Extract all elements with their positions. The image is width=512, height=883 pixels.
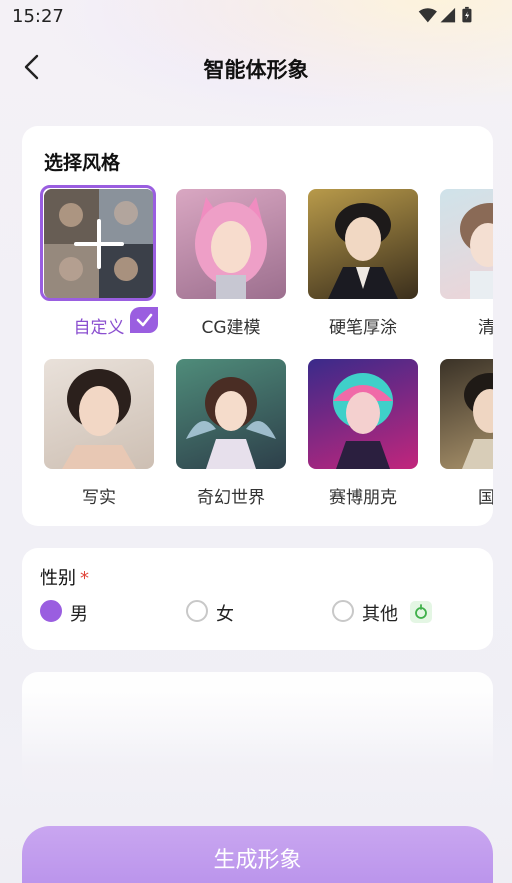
gender-radio-other[interactable]	[332, 600, 354, 622]
generate-button-label: 生成形象	[213, 848, 302, 873]
gender-label: 性别	[40, 568, 76, 589]
status-time: 15:27	[12, 6, 64, 27]
style-label: 赛博朋克	[329, 488, 397, 508]
status-icons	[418, 6, 472, 23]
style-label: 清新	[478, 318, 493, 338]
sparkle-icon	[410, 601, 432, 623]
style-section-title: 选择风格	[44, 152, 121, 174]
chinese-style-thumbnail	[440, 359, 493, 469]
gender-title: 性别 *	[40, 564, 89, 590]
cg-style-thumbnail	[176, 189, 286, 299]
style-label: CG建模	[201, 318, 261, 338]
thick-paint-style-thumbnail	[308, 189, 418, 299]
selected-frame	[40, 185, 156, 301]
fantasy-style-thumbnail	[176, 359, 286, 469]
signal-icon	[440, 7, 456, 23]
style-item-custom[interactable]: 自定义	[40, 185, 158, 338]
style-label: 自定义	[73, 318, 125, 338]
gender-radio-male[interactable]	[40, 600, 62, 622]
gender-option-label: 女	[216, 604, 234, 625]
style-item-thick-paint[interactable]: 硬笔厚涂	[308, 189, 418, 338]
gender-card: 性别 * 男 女 其他	[22, 548, 493, 650]
wifi-icon	[418, 8, 437, 23]
style-item-cg[interactable]: CG建模	[176, 189, 286, 338]
gender-radio-female[interactable]	[186, 600, 208, 622]
gender-option-label: 男	[70, 604, 88, 625]
style-label: 国风	[478, 488, 493, 508]
style-label: 写实	[82, 488, 116, 508]
style-item-cyberpunk[interactable]: 赛博朋克	[308, 359, 418, 508]
style-item-chinese[interactable]: 国风	[440, 359, 493, 508]
cyberpunk-style-thumbnail	[308, 359, 418, 469]
style-item-fresh[interactable]: 清新	[440, 189, 493, 338]
style-item-fantasy[interactable]: 奇幻世界	[176, 359, 286, 508]
style-label: 奇幻世界	[197, 488, 265, 508]
status-bar: 15:27	[0, 0, 512, 34]
style-picker-card: 选择风格 自定义 CG建模 硬笔厚涂 清 写实 奇幻世界 赛博朋克 国	[22, 126, 493, 526]
style-label: 硬笔厚涂	[329, 318, 397, 338]
required-mark: *	[80, 568, 89, 589]
nav-bar: 智能体形象	[0, 44, 512, 92]
page-title: 智能体形象	[203, 58, 309, 82]
generate-button[interactable]: 生成形象	[22, 826, 493, 883]
fresh-style-thumbnail	[440, 189, 493, 299]
gender-option-label: 其他	[362, 604, 398, 625]
style-item-realistic[interactable]: 写实	[44, 359, 154, 508]
realistic-style-thumbnail	[44, 359, 154, 469]
